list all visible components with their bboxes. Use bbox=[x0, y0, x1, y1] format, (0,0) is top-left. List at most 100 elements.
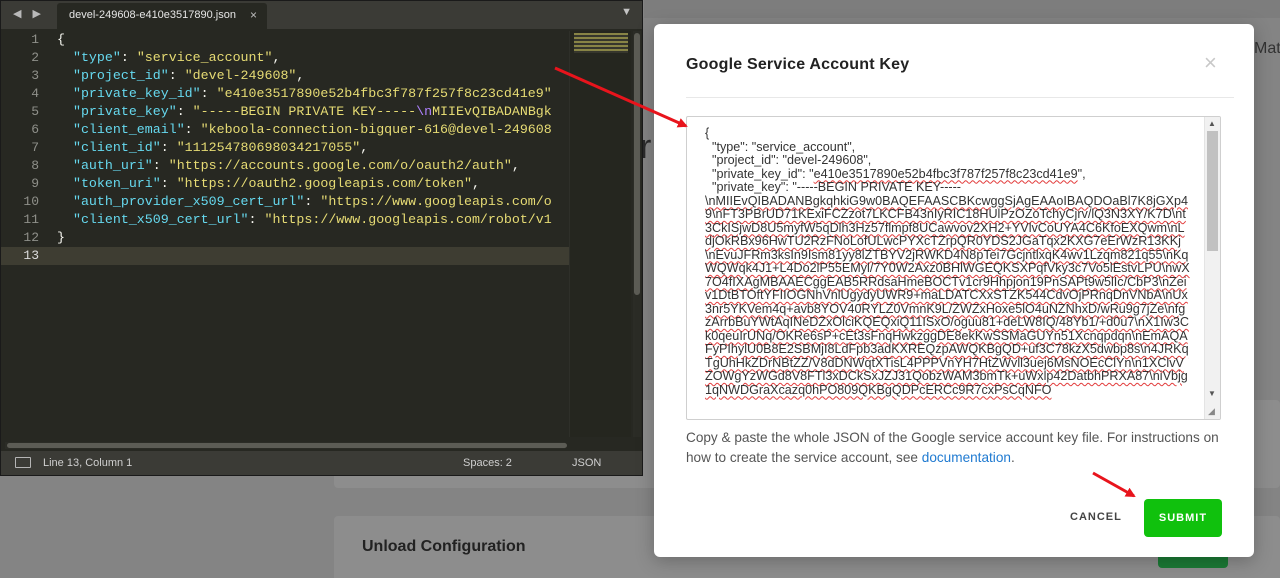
json-key-textarea[interactable]: { "type": "service_account", "project_id… bbox=[686, 116, 1221, 420]
code-token: : bbox=[200, 86, 217, 101]
scrollbar-thumb[interactable] bbox=[634, 33, 640, 295]
json-line: "type": "service_account", bbox=[705, 139, 856, 154]
code-line: "token_uri": "https://oauth2.googleapis.… bbox=[57, 175, 569, 193]
code-token: "auth_provider_x509_cert_url" bbox=[57, 194, 305, 209]
code-line: "auth_provider_x509_cert_url": "https://… bbox=[57, 193, 569, 211]
line-number: 13 bbox=[1, 247, 57, 265]
syntax-mode[interactable]: JSON bbox=[572, 457, 601, 469]
line-number: 6 bbox=[31, 122, 39, 137]
spellcheck-underlined-text: e410e3517890e52b4fbc3f787f257f8c23cd41e9 bbox=[813, 166, 1078, 181]
line-number: 8 bbox=[31, 158, 39, 173]
spellcheck-underlined-text: \nMIIEvQIBADANBgkqhkiG9w0BAQEFAASCBKcwgg… bbox=[705, 193, 1190, 397]
code-token: "service_account" bbox=[136, 50, 273, 65]
editor-horizontal-scrollbar[interactable] bbox=[5, 442, 567, 449]
indentation-setting[interactable]: Spaces: 2 bbox=[463, 457, 512, 469]
documentation-link[interactable]: documentation bbox=[922, 450, 1011, 465]
editor-tab-bar: ◀ ▶ devel-249608-e410e3517890.json × ▼ bbox=[1, 1, 642, 29]
close-icon[interactable]: × bbox=[1204, 50, 1217, 76]
code-token: "https://oauth2.googleapis.com/token" bbox=[176, 176, 472, 191]
line-number: 2 bbox=[31, 50, 39, 65]
code-line: } bbox=[57, 229, 569, 247]
submit-button[interactable]: SUBMIT bbox=[1144, 499, 1222, 537]
json-line: "project_id": "devel-249608", bbox=[705, 153, 872, 167]
chevron-down-icon[interactable]: ▼ bbox=[621, 6, 632, 18]
code-token: "-----BEGIN PRIVATE KEY----- bbox=[192, 104, 417, 119]
json-line: "private_key": "-----BEGIN PRIVATE KEY--… bbox=[705, 180, 961, 194]
line-number: 4 bbox=[31, 86, 39, 101]
code-token: : bbox=[304, 194, 321, 209]
line-number: 11 bbox=[23, 212, 39, 227]
google-service-account-key-modal: Google Service Account Key × { "type": "… bbox=[654, 24, 1254, 557]
background-top-strip bbox=[644, 0, 1280, 18]
line-number: 5 bbox=[31, 104, 39, 119]
editor-status-bar: Line 13, Column 1 Spaces: 2 JSON bbox=[1, 451, 642, 475]
code-line: "client_id": "111254780698034217055", bbox=[57, 139, 569, 157]
code-token: "https://accounts.google.com/o/oauth2/au… bbox=[168, 158, 512, 173]
code-token: : bbox=[248, 212, 265, 227]
scrollbar-thumb[interactable] bbox=[7, 443, 567, 448]
line-number: 1 bbox=[31, 32, 39, 47]
cancel-button[interactable]: CANCEL bbox=[1070, 511, 1122, 523]
resize-grip-icon[interactable]: ◢ bbox=[1208, 406, 1215, 417]
code-token: { bbox=[57, 32, 65, 47]
json-line: { bbox=[705, 126, 710, 140]
background-tab: Mat bbox=[1254, 40, 1280, 57]
code-token: "e410e3517890e52b4fbc3f787f257f8c23cd41e… bbox=[216, 86, 552, 101]
code-token: "token_uri" bbox=[57, 176, 161, 191]
code-token: : bbox=[152, 158, 169, 173]
json-key-content[interactable]: { "type": "service_account", "project_id… bbox=[687, 117, 1207, 419]
code-line bbox=[57, 247, 569, 265]
code-token: MIIEvQIBADANBgk bbox=[432, 104, 552, 119]
textarea-scrollbar[interactable]: ▲ ▼ ◢ bbox=[1204, 117, 1220, 419]
code-token: "https://www.googleapis.com/robot/v1 bbox=[264, 212, 552, 227]
line-number-gutter: 1 2 3 4 5 6 7 8 9 10 11 12 13 bbox=[1, 31, 57, 441]
modal-divider bbox=[686, 97, 1234, 98]
code-token: "project_id" bbox=[57, 68, 169, 83]
json-line: \nMIIEvQIBADANBgkqhkiG9w0BAQEFAASCBKcwgg… bbox=[705, 193, 1191, 398]
minimap[interactable] bbox=[569, 31, 631, 437]
code-token: : bbox=[160, 176, 177, 191]
code-token: , bbox=[272, 50, 281, 65]
code-token: , bbox=[360, 140, 369, 155]
code-token: "type" bbox=[57, 50, 121, 65]
line-number: 3 bbox=[31, 68, 39, 83]
code-line: "client_x509_cert_url": "https://www.goo… bbox=[57, 211, 569, 229]
line-number: 9 bbox=[31, 176, 39, 191]
code-token: : bbox=[168, 68, 185, 83]
json-line: "private_key_id": "e410e3517890e52b4fbc3… bbox=[705, 166, 1086, 181]
code-token: : bbox=[120, 50, 137, 65]
code-token: "client_email" bbox=[57, 122, 185, 137]
editor-vertical-scrollbar[interactable] bbox=[633, 31, 641, 437]
code-area[interactable]: { "type": "service_account", "project_id… bbox=[57, 31, 569, 441]
line-number: 10 bbox=[23, 194, 39, 209]
code-token: \n bbox=[416, 104, 433, 119]
editor-tab-title: devel-249608-e410e3517890.json bbox=[69, 9, 236, 21]
code-token: : bbox=[184, 122, 201, 137]
code-line: "client_email": "keboola-connection-bigq… bbox=[57, 121, 569, 139]
code-line: "type": "service_account", bbox=[57, 49, 569, 67]
editor-tab-json-file[interactable]: devel-249608-e410e3517890.json × bbox=[57, 3, 267, 29]
panel-toggle-icon[interactable] bbox=[15, 457, 31, 468]
code-token: , bbox=[471, 176, 480, 191]
code-token: "https://www.googleapis.com/o bbox=[320, 194, 552, 209]
tab-nav-arrows-icon[interactable]: ◀ ▶ bbox=[13, 7, 45, 20]
code-token: : bbox=[160, 140, 177, 155]
modal-title: Google Service Account Key bbox=[686, 56, 910, 73]
help-text: Copy & paste the whole JSON of the Googl… bbox=[686, 430, 1219, 465]
minimap-viewport bbox=[574, 33, 628, 53]
cursor-position: Line 13, Column 1 bbox=[43, 457, 133, 469]
code-line: "private_key": "-----BEGIN PRIVATE KEY--… bbox=[57, 103, 569, 121]
scroll-down-icon[interactable]: ▼ bbox=[1208, 389, 1216, 398]
scroll-up-icon[interactable]: ▲ bbox=[1208, 119, 1216, 128]
scrollbar-thumb[interactable] bbox=[1207, 131, 1218, 251]
close-icon[interactable]: × bbox=[250, 8, 257, 22]
code-token: "client_id" bbox=[57, 140, 161, 155]
code-line: "private_key_id": "e410e3517890e52b4fbc3… bbox=[57, 85, 569, 103]
code-token: , bbox=[511, 158, 520, 173]
code-token: "111254780698034217055" bbox=[176, 140, 361, 155]
line-number: 12 bbox=[23, 230, 39, 245]
code-token: "private_key" bbox=[57, 104, 177, 119]
line-number: 7 bbox=[31, 140, 39, 155]
text-editor-window: ◀ ▶ devel-249608-e410e3517890.json × ▼ 1… bbox=[0, 0, 643, 476]
code-token: "keboola-connection-bigquer-616@devel-24… bbox=[200, 122, 552, 137]
